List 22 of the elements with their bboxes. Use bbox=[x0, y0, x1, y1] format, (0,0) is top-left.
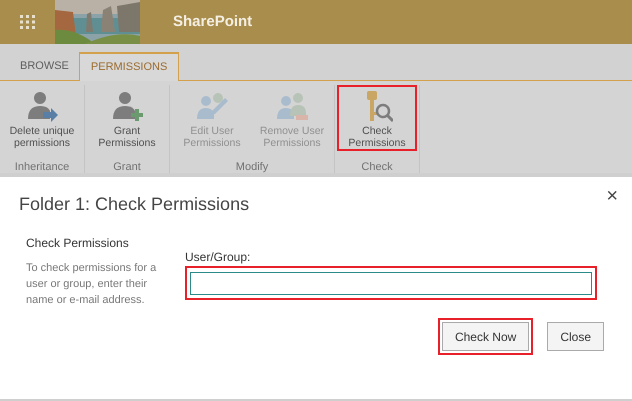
ribbon-button[interactable]: Check Permissions bbox=[337, 85, 417, 151]
group-label: Inheritance bbox=[14, 160, 70, 175]
app-launcher-icon[interactable] bbox=[20, 15, 36, 29]
person-arrow-icon bbox=[26, 91, 58, 122]
people-minus-icon bbox=[276, 91, 308, 122]
check-now-button[interactable]: Check Now bbox=[438, 318, 534, 355]
people-pencil-icon bbox=[196, 91, 228, 122]
field-label: User/Group: bbox=[185, 249, 252, 266]
app-title: SharePoint bbox=[173, 12, 252, 32]
ribbon-button[interactable]: Delete unique permissions bbox=[2, 85, 82, 151]
user-group-field[interactable] bbox=[185, 266, 597, 300]
dialog-title: Folder 1: Check Permissions bbox=[19, 193, 250, 216]
person-plus-icon bbox=[111, 91, 143, 122]
ribbon-tab[interactable]: PERMISSIONS bbox=[78, 52, 180, 81]
group-label: Check bbox=[361, 160, 393, 175]
group-label: Modify bbox=[236, 160, 268, 175]
ribbon-button[interactable]: Grant Permissions bbox=[87, 85, 167, 151]
section-description: To check permissions for a user or group, enter their name or e-mail address. bbox=[26, 261, 158, 308]
ribbon-tab[interactable]: BROWSE bbox=[10, 53, 79, 80]
close-button[interactable]: × bbox=[606, 181, 618, 211]
group-label: Grant bbox=[113, 160, 141, 175]
section-title: Check Permissions bbox=[26, 235, 130, 252]
